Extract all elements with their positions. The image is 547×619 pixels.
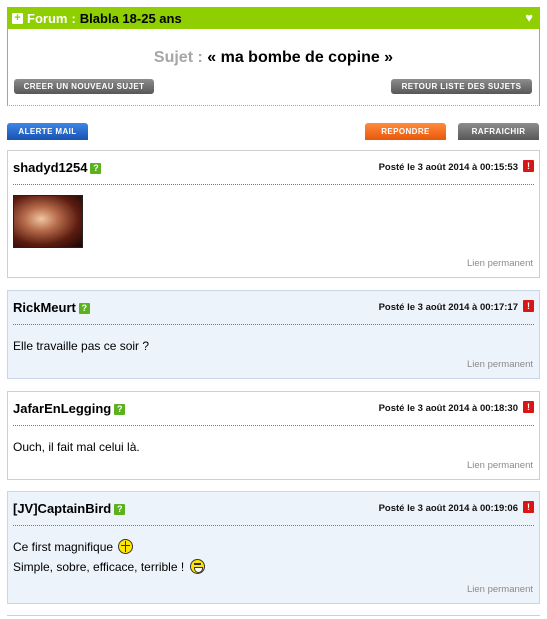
report-icon[interactable]: ! bbox=[523, 401, 534, 413]
report-icon[interactable]: ! bbox=[523, 300, 534, 312]
post-author[interactable]: [JV]CaptainBird? bbox=[13, 501, 126, 516]
mail-alert-button[interactable]: Alerte mail bbox=[7, 123, 88, 140]
refresh-button[interactable]: Rafraichir bbox=[458, 123, 539, 140]
post: shadyd1254? Posté le 3 août 2014 à 00:15… bbox=[7, 150, 540, 278]
back-to-topics-button[interactable]: Retour liste des sujets bbox=[391, 79, 532, 94]
forum-label: Forum bbox=[27, 11, 68, 26]
plus-icon[interactable]: + bbox=[12, 13, 23, 24]
post-header: RickMeurt? Posté le 3 août 2014 à 00:17:… bbox=[13, 291, 534, 325]
post: JafarEnLegging? Posté le 3 août 2014 à 0… bbox=[7, 391, 540, 480]
next-post-edge bbox=[7, 615, 540, 619]
profile-icon[interactable]: ? bbox=[90, 163, 102, 174]
permalink[interactable]: Lien permanent bbox=[467, 359, 533, 370]
post-header: [JV]CaptainBird? Posté le 3 août 2014 à … bbox=[13, 492, 534, 526]
reply-button[interactable]: Repondre bbox=[365, 123, 446, 140]
post-date: Posté le 3 août 2014 à 00:15:53 bbox=[378, 162, 518, 173]
post-header: shadyd1254? Posté le 3 août 2014 à 00:15… bbox=[13, 151, 534, 185]
permalink[interactable]: Lien permanent bbox=[467, 460, 533, 471]
forum-name[interactable]: Blabla 18-25 ans bbox=[80, 11, 182, 26]
post-text-line: Simple, sobre, efficace, terrible ! bbox=[13, 557, 534, 577]
post-text: Ouch, il fait mal celui là. bbox=[13, 440, 140, 454]
post-date: Posté le 3 août 2014 à 00:18:30 bbox=[378, 403, 518, 414]
post-author[interactable]: RickMeurt? bbox=[13, 300, 90, 315]
new-topic-button[interactable]: Creer un nouveau sujet bbox=[14, 79, 154, 94]
posted-image[interactable] bbox=[13, 195, 83, 248]
post: RickMeurt? Posté le 3 août 2014 à 00:17:… bbox=[7, 290, 540, 379]
post-author[interactable]: JafarEnLegging? bbox=[13, 401, 126, 416]
post-author[interactable]: shadyd1254? bbox=[13, 160, 102, 175]
heart-icon[interactable]: ♥ bbox=[525, 10, 533, 25]
post-body: Elle travaille pas ce soir ? bbox=[8, 325, 539, 356]
post: [JV]CaptainBird? Posté le 3 août 2014 à … bbox=[7, 491, 540, 604]
post-body: Ouch, il fait mal celui là. bbox=[8, 426, 539, 457]
report-icon[interactable]: ! bbox=[523, 160, 534, 172]
forum-header-box: + Forum : Blabla 18-25 ans ♥ Sujet : « m… bbox=[7, 7, 540, 106]
subject-line: Sujet : « ma bombe de copine » bbox=[8, 49, 539, 67]
profile-icon[interactable]: ? bbox=[114, 404, 126, 415]
profile-icon[interactable]: ? bbox=[114, 504, 126, 515]
smiley-cross-icon bbox=[118, 539, 134, 554]
post-body: Ce first magnifique Simple, sobre, effic… bbox=[8, 526, 539, 577]
profile-icon[interactable]: ? bbox=[78, 303, 90, 314]
smiley-laugh-icon bbox=[189, 559, 205, 574]
subject-title: « ma bombe de copine » bbox=[207, 49, 394, 66]
forum-separator: : bbox=[71, 11, 76, 26]
post-text-line: Ce first magnifique bbox=[13, 537, 534, 557]
forum-title-bar: + Forum : Blabla 18-25 ans ♥ bbox=[8, 8, 539, 29]
report-icon[interactable]: ! bbox=[523, 501, 534, 513]
subject-label: Sujet : bbox=[153, 49, 203, 66]
post-date: Posté le 3 août 2014 à 00:17:17 bbox=[378, 302, 518, 313]
post-date: Posté le 3 août 2014 à 00:19:06 bbox=[378, 503, 518, 514]
permalink[interactable]: Lien permanent bbox=[467, 584, 533, 595]
post-text: Elle travaille pas ce soir ? bbox=[13, 339, 150, 353]
permalink[interactable]: Lien permanent bbox=[467, 258, 533, 269]
post-header: JafarEnLegging? Posté le 3 août 2014 à 0… bbox=[13, 392, 534, 426]
post-body bbox=[8, 185, 539, 248]
